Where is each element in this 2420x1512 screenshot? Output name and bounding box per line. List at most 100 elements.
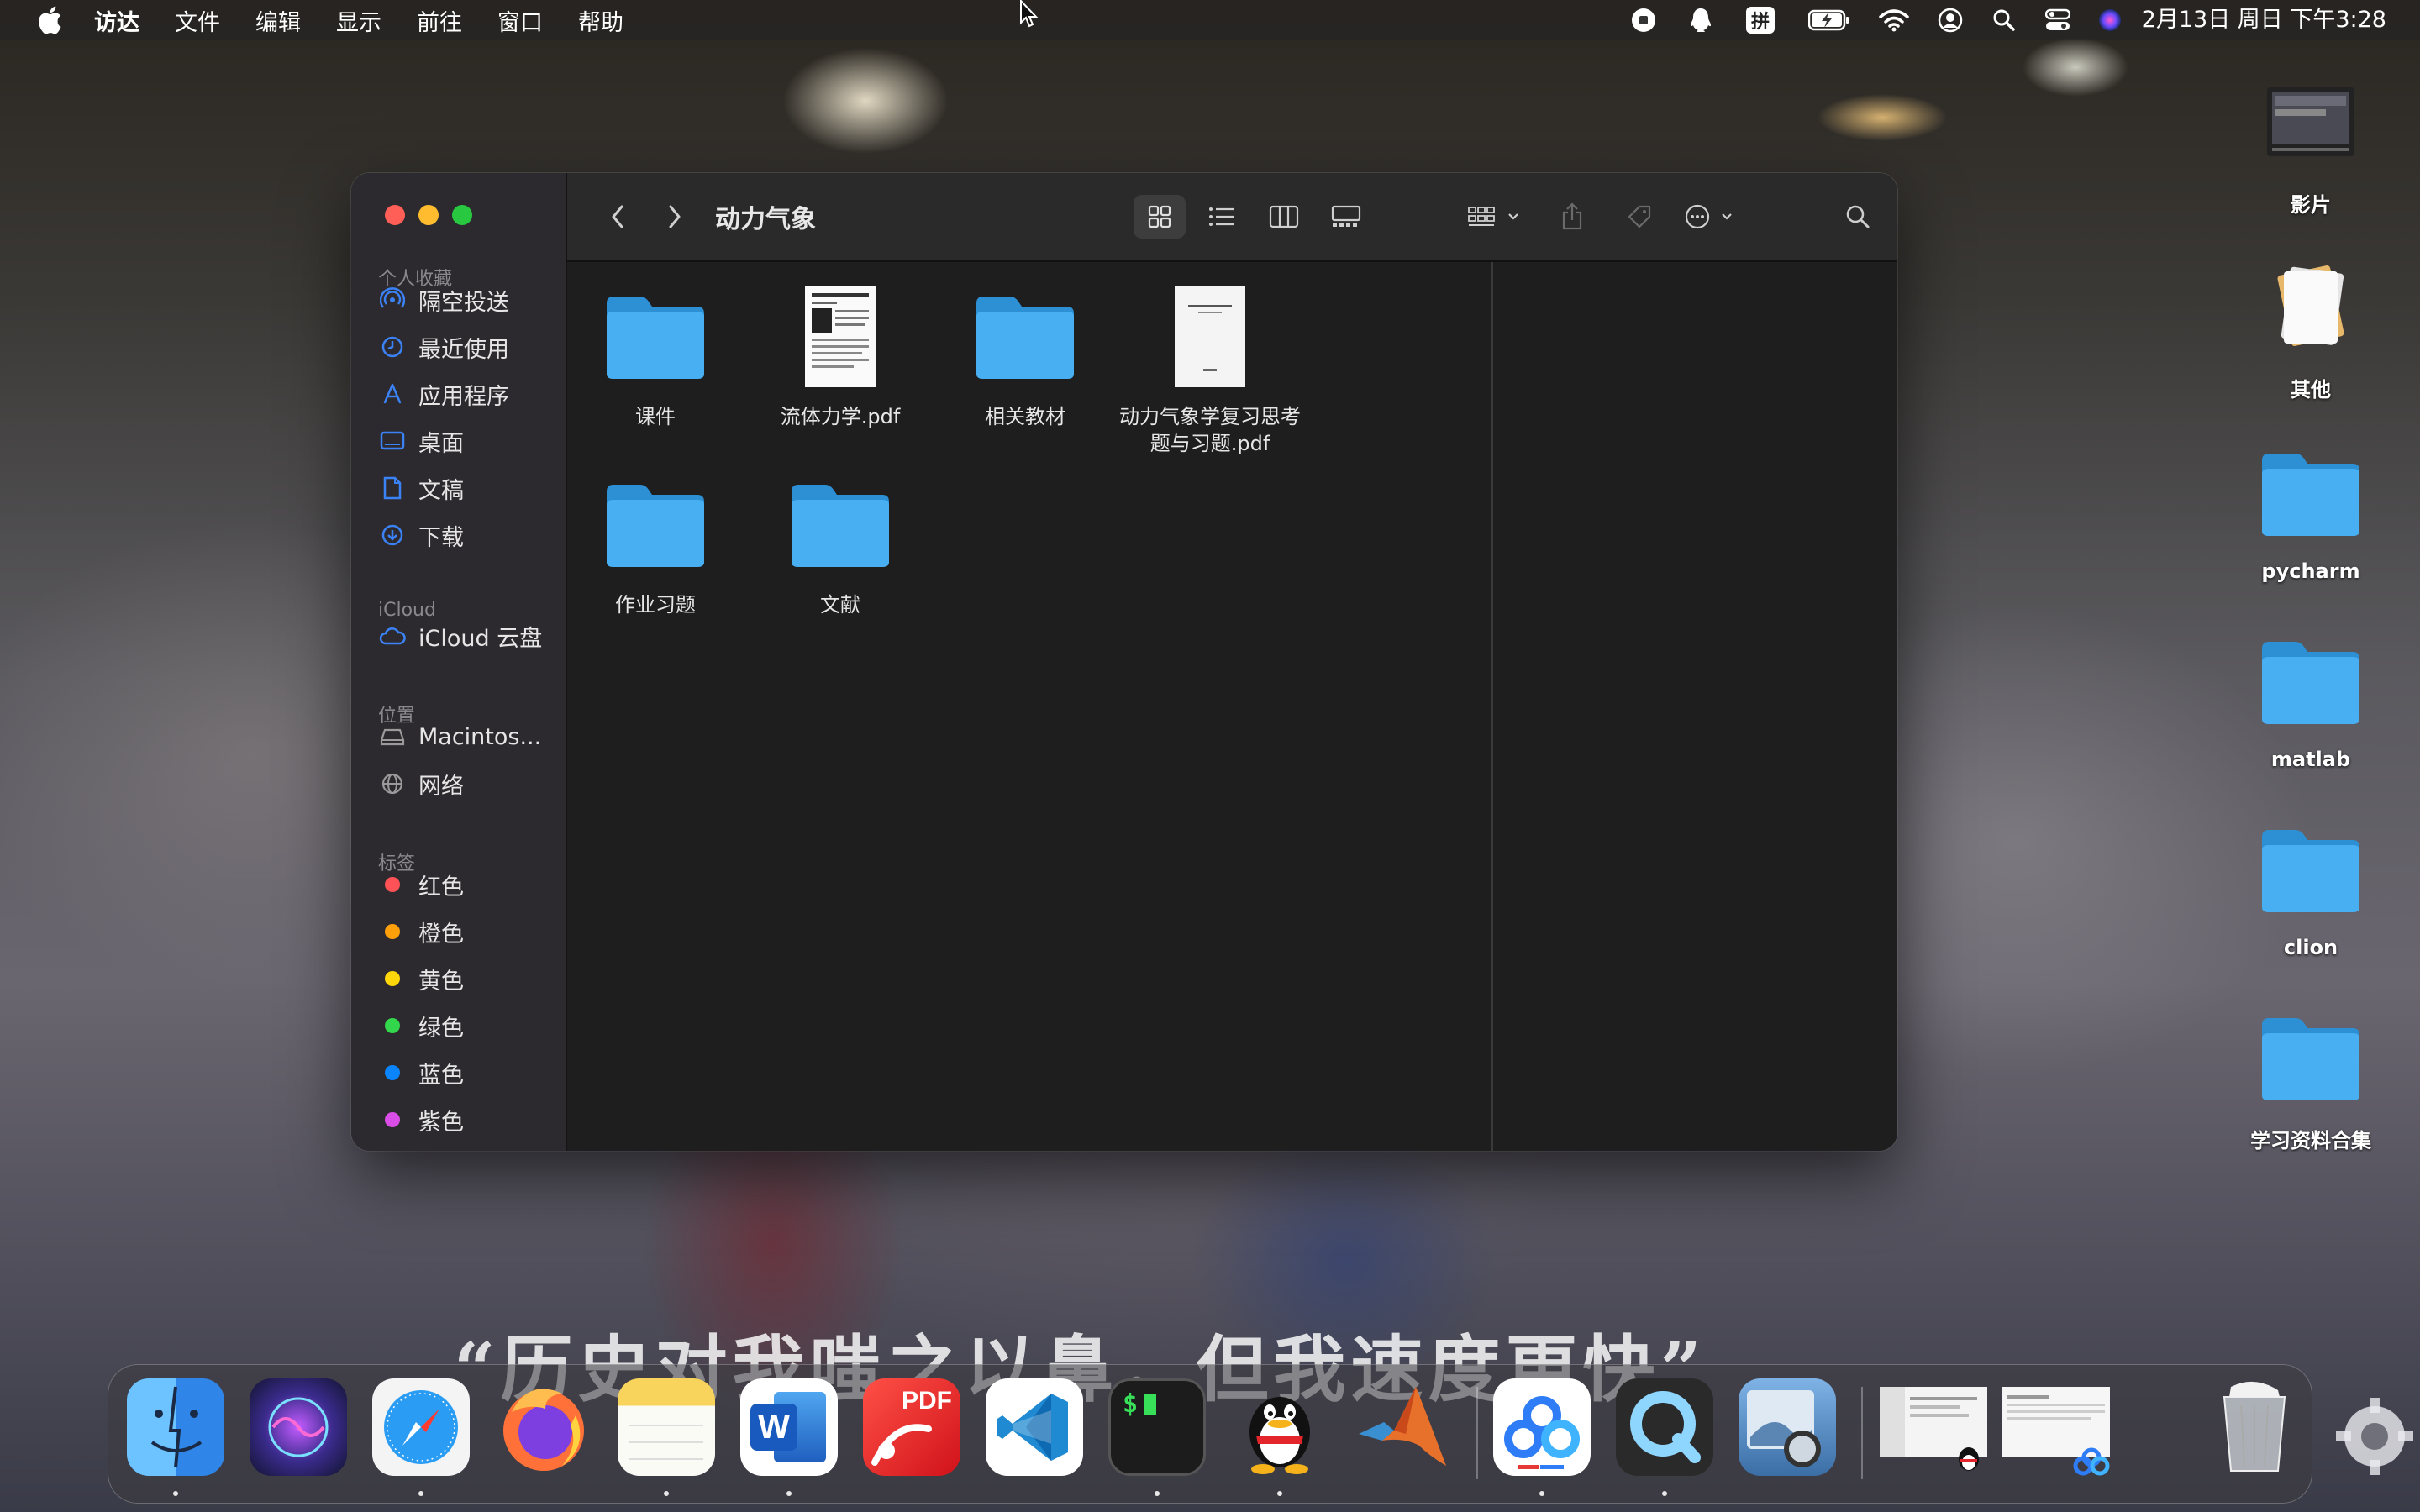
qq-app-icon[interactable] [1231,1378,1328,1476]
matlab-app-icon[interactable] [1354,1378,1451,1476]
sidebar-item-label: iCloud 云盘 [418,625,543,652]
sidebar-item-network[interactable]: 网络 [378,763,563,805]
desktop-item[interactable]: clion [2218,811,2403,959]
running-indicator [786,1491,792,1496]
menu-finder[interactable]: 访达 [94,4,139,37]
file-item[interactable]: 相关教材 [933,282,1118,430]
sidebar-tag-blue[interactable]: 蓝色 [378,1052,563,1094]
search-button[interactable] [1836,195,1880,239]
file-item[interactable]: 流体力学.pdf [748,282,933,430]
airdrop-icon [378,286,407,314]
sidebar-item-icloud-drive[interactable]: iCloud 云盘 [378,615,563,657]
safari-app-icon[interactable] [372,1378,470,1476]
sidebar-item-documents[interactable]: 文稿 [378,467,563,509]
user-icon[interactable] [1936,5,1965,35]
chevron-right-icon [669,205,681,228]
menu-edit[interactable]: 编辑 [255,4,301,37]
apple-menu-icon[interactable] [37,5,62,35]
running-indicator [1277,1491,1282,1496]
preview-app-icon[interactable] [1739,1378,1836,1476]
baidu-netdisk-app-icon[interactable] [1493,1378,1591,1476]
menu-view[interactable]: 显示 [336,4,381,37]
wifi-icon[interactable] [1877,5,1911,35]
finder-window[interactable]: 个人收藏 隔空投送 最近使用 应用程序 桌面 文稿 下载 iCloud iClo… [351,173,1897,1151]
sidebar-tag-purple[interactable]: 紫色 [378,1099,563,1141]
assistive-touch-button[interactable] [2333,1394,2417,1478]
desktop-item[interactable]: 影片 [2218,64,2403,218]
minimized-window-thumbnail[interactable] [1876,1378,1991,1476]
desktop-item[interactable]: 学习资料合集 [2218,1000,2403,1153]
sidebar-item-recents[interactable]: 最近使用 [378,326,563,368]
pdf-expert-app-icon[interactable]: PDF [863,1378,960,1476]
sidebar-tag-orange[interactable]: 橙色 [378,911,563,953]
gallery-view-button[interactable] [1320,195,1372,239]
sidebar-item-downloads[interactable]: 下载 [378,514,563,556]
sidebar-tag-yellow[interactable]: 黄色 [378,958,563,1000]
globe-icon [378,769,407,798]
sidebar-tag-green[interactable]: 绿色 [378,1005,563,1047]
qq-status-icon[interactable] [1686,5,1716,35]
screen-record-icon[interactable] [1628,5,1659,35]
sidebar-item-label: 桌面 [418,430,464,457]
close-window-button[interactable] [385,205,405,225]
zoom-window-button[interactable] [452,205,472,225]
more-actions-button[interactable] [1678,195,1747,239]
menu-go[interactable]: 前往 [417,4,462,37]
siri-icon[interactable] [2096,5,2124,35]
sidebar-item-macintosh-hd[interactable]: Macintos... [378,716,563,758]
minimize-window-button[interactable] [418,205,439,225]
icon-view-button[interactable] [1134,195,1186,239]
menu-clock[interactable]: 2月13日 周日 下午3:28 [2142,0,2386,40]
applications-icon [378,380,407,408]
column-view-button[interactable] [1258,195,1310,239]
terminal-prompt: $ [1123,1389,1139,1419]
share-button[interactable] [1550,195,1594,239]
hard-drive-icon [378,722,407,751]
finder-app-icon[interactable] [127,1378,224,1476]
notes-app-icon[interactable] [618,1378,715,1476]
columns-icon [1269,205,1299,228]
minimized-window-thumbnail[interactable] [1999,1378,2113,1476]
sidebar-item-applications[interactable]: 应用程序 [378,373,563,415]
terminal-app-icon[interactable]: $ [1108,1378,1206,1476]
siri-app-icon[interactable] [250,1378,347,1476]
file-item[interactable]: 作业习题 [563,470,748,618]
tag-button[interactable] [1618,195,1661,239]
folder-icon [2218,623,2403,741]
input-method-icon[interactable]: 拼 [1744,5,1776,35]
menu-file[interactable]: 文件 [175,4,220,37]
battery-icon[interactable] [1807,5,1852,35]
word-app-icon[interactable]: W [740,1378,838,1476]
sidebar-item-label: Macintos... [418,723,542,750]
firefox-app-icon[interactable] [495,1378,592,1476]
desktop-item[interactable]: 其他 [2218,249,2403,402]
quicktime-app-icon[interactable] [1616,1378,1713,1476]
list-view-button[interactable] [1196,195,1248,239]
menu-help[interactable]: 帮助 [578,4,623,37]
file-item[interactable]: 动力气象学复习思考题与习题.pdf [1118,282,1302,457]
dock-separator [1861,1387,1863,1479]
sidebar-item-airdrop[interactable]: 隔空投送 [378,279,563,321]
desktop-item[interactable]: pycharm [2218,435,2403,583]
trash-app-icon[interactable] [2206,1378,2303,1476]
file-item[interactable]: 课件 [563,282,748,430]
share-icon [1562,202,1582,230]
sidebar-tag-red[interactable]: 红色 [378,864,563,906]
vscode-app-icon[interactable] [986,1378,1083,1476]
desktop-item[interactable]: matlab [2218,623,2403,771]
clock-icon [378,333,407,361]
menu-window[interactable]: 窗口 [497,4,543,37]
sidebar-item-label: 蓝色 [418,1062,464,1089]
back-button[interactable] [601,200,634,234]
sidebar-item-desktop[interactable]: 桌面 [378,420,563,462]
control-center-icon[interactable] [2044,5,2072,35]
tag-color-dot [385,1018,400,1033]
forward-button[interactable] [658,200,692,234]
gear-icon [2336,1398,2413,1475]
group-by-button[interactable] [1458,195,1534,239]
sidebar-item-label: 下载 [418,524,464,551]
file-item[interactable]: 文献 [748,470,933,618]
file-name: 作业习题 [615,593,696,617]
spotlight-icon[interactable] [1990,5,2018,35]
list-icon [1209,207,1234,226]
